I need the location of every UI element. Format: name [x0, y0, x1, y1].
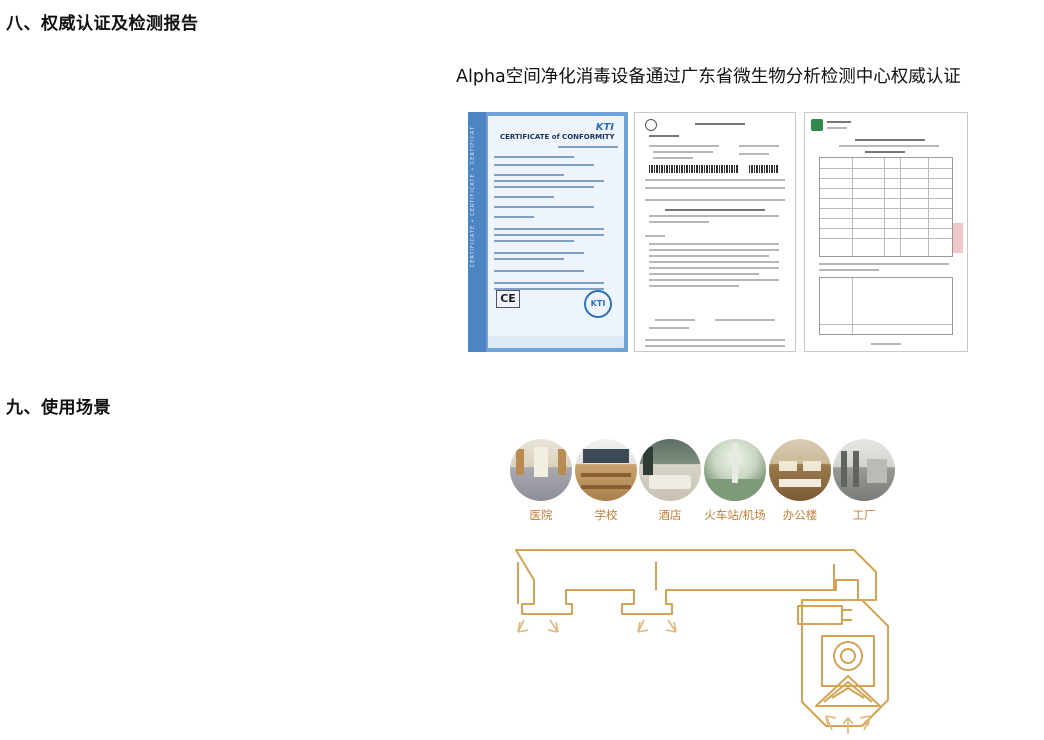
air-circulation-diagram [515, 549, 889, 734]
barcode-icon [649, 165, 739, 173]
kti-logo: KTI [595, 122, 614, 133]
certificate-paper: KTI CERTIFICATE of CONFORMITY CE KTI [488, 116, 624, 348]
scene-label: 工厂 [852, 508, 876, 522]
scene-office: 办公楼 [769, 439, 831, 523]
section-heading-certification: 八、权威认证及检测报告 [6, 14, 199, 34]
air-out-arrow-icon [665, 619, 677, 633]
certificate-side-strip: CERTIFICATE • CERTIFICATE • CERTIFICAT [468, 112, 486, 352]
air-out-arrow-icon [547, 619, 559, 633]
strip-text: CERTIFICATE • CERTIFICATE • CERTIFICAT [470, 126, 476, 268]
hotel-photo-icon [639, 439, 701, 501]
scene-label: 学校 [594, 508, 618, 522]
barcode-icon [749, 165, 779, 173]
scene-label: 火车站/机场 [704, 508, 766, 522]
air-out-arrow-icon [517, 619, 529, 633]
document-logo-icon [645, 119, 657, 131]
scene-school: 学校 [575, 439, 637, 523]
certificate-test-report-image [804, 112, 968, 352]
scene-hospital: 医院 [510, 439, 572, 523]
scene-hotel: 酒店 [639, 439, 701, 523]
certificate-footer [488, 336, 624, 348]
scene-label: 医院 [529, 508, 553, 522]
testing-center-logo-icon [811, 119, 823, 131]
air-out-arrow-icon [637, 619, 649, 633]
scene-station-airport: 火车站/机场 [704, 439, 766, 523]
red-stamp [953, 223, 963, 253]
certificate-kti-image: CERTIFICATE • CERTIFICATE • CERTIFICAT K… [468, 112, 628, 352]
certificate-title: CERTIFICATE of CONFORMITY [500, 133, 615, 141]
hospital-photo-icon [510, 439, 572, 501]
section-heading-usage-scenarios: 九、使用场景 [6, 398, 111, 418]
fan-icon [833, 641, 863, 671]
motor-icon [797, 605, 843, 625]
air-in-arrow-icon [825, 715, 837, 731]
office-photo-icon [769, 439, 831, 501]
duct-outline [515, 549, 877, 615]
school-photo-icon [575, 439, 637, 501]
ce-mark: CE [496, 290, 520, 308]
station-photo-icon [704, 439, 766, 501]
factory-photo-icon [833, 439, 895, 501]
certificate-patent-image [634, 112, 796, 352]
report-table [819, 157, 953, 257]
scene-factory: 工厂 [833, 439, 895, 523]
scene-label: 办公楼 [782, 508, 818, 522]
scene-label: 酒店 [658, 508, 682, 522]
kti-seal-icon: KTI [584, 290, 612, 318]
certification-caption: Alpha空间净化消毒设备通过广东省微生物分析检测中心权威认证 [456, 67, 961, 87]
